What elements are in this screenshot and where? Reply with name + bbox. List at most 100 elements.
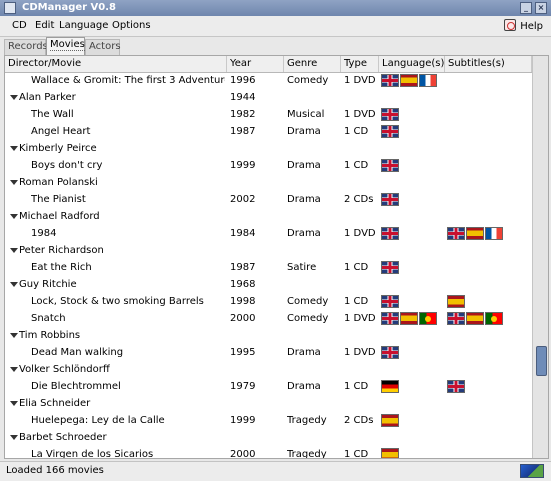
type-cell: 1 CD bbox=[344, 449, 369, 459]
genre-cell: Tragedy bbox=[287, 449, 327, 459]
col-type[interactable]: Type bbox=[341, 56, 379, 72]
expand-triangle-icon[interactable] bbox=[10, 333, 18, 338]
director-row[interactable]: Peter Richardson bbox=[5, 242, 532, 259]
expand-triangle-icon[interactable] bbox=[10, 248, 18, 253]
director-row[interactable]: Michael Radford bbox=[5, 208, 532, 225]
movie-row[interactable]: The Pianist 2002 Drama 2 CDs bbox=[5, 191, 532, 208]
vertical-scrollbar[interactable] bbox=[532, 56, 548, 458]
uk-flag-icon bbox=[447, 312, 465, 325]
language-flags bbox=[381, 193, 400, 206]
type-cell: 1 CD bbox=[344, 262, 369, 273]
col-subtitles[interactable]: Subtitles(s) bbox=[445, 56, 532, 72]
director-row[interactable]: Roman Polanski bbox=[5, 174, 532, 191]
status-bar: Loaded 166 movies bbox=[0, 461, 551, 481]
spain-flag-icon bbox=[400, 312, 418, 325]
genre-cell: Musical bbox=[287, 109, 325, 120]
window-title: CDManager V0.8 bbox=[22, 2, 117, 13]
app-icon[interactable] bbox=[4, 2, 16, 14]
col-genre[interactable]: Genre bbox=[284, 56, 341, 72]
movie-row[interactable]: Die Blechtrommel 1979 Drama 1 CD bbox=[5, 378, 532, 395]
tab-records[interactable]: Records bbox=[4, 39, 48, 55]
year-cell: 1996 bbox=[230, 75, 256, 86]
language-flags bbox=[381, 125, 400, 138]
director-row[interactable]: Elia Schneider bbox=[5, 395, 532, 412]
spain-flag-icon bbox=[466, 227, 484, 240]
menu-options[interactable]: Options bbox=[112, 20, 151, 31]
help-label: Help bbox=[520, 21, 543, 32]
genre-cell: Drama bbox=[287, 228, 321, 239]
expand-triangle-icon[interactable] bbox=[10, 367, 18, 372]
movie-row[interactable]: The Wall 1982 Musical 1 DVD bbox=[5, 106, 532, 123]
col-languages[interactable]: Language(s) bbox=[379, 56, 445, 72]
table-header: Director/Movie Year Genre Type Language(… bbox=[5, 56, 532, 73]
help-button[interactable]: Help bbox=[504, 19, 543, 32]
movie-row[interactable]: Snatch 2000 Comedy 1 DVD bbox=[5, 310, 532, 327]
type-cell: 1 CD bbox=[344, 126, 369, 137]
minimize-icon[interactable]: _ bbox=[520, 2, 532, 14]
expand-triangle-icon[interactable] bbox=[10, 95, 18, 100]
expand-triangle-icon[interactable] bbox=[10, 146, 18, 151]
year-cell: 1979 bbox=[230, 381, 256, 392]
director-name: Alan Parker bbox=[19, 92, 76, 103]
movie-row[interactable]: Lock, Stock & two smoking Barrels 1998 Com… bbox=[5, 293, 532, 310]
movie-row[interactable]: Dead Man walking 1995 Drama 1 DVD bbox=[5, 344, 532, 361]
movie-title: The Pianist bbox=[31, 194, 86, 205]
col-director-movie[interactable]: Director/Movie bbox=[5, 56, 227, 72]
year-cell: 1987 bbox=[230, 126, 256, 137]
uk-flag-icon bbox=[447, 380, 465, 393]
expand-triangle-icon[interactable] bbox=[10, 435, 18, 440]
expand-triangle-icon[interactable] bbox=[10, 214, 18, 219]
type-cell: 2 CDs bbox=[344, 194, 374, 205]
subtitle-flags bbox=[447, 295, 466, 308]
genre-cell: Drama bbox=[287, 194, 321, 205]
director-name: Roman Polanski bbox=[19, 177, 98, 188]
director-row[interactable]: Volker Schlöndorff bbox=[5, 361, 532, 378]
type-cell: 1 CD bbox=[344, 296, 369, 307]
status-text: Loaded 166 movies bbox=[6, 465, 104, 476]
movie-title: 1984 bbox=[31, 228, 57, 239]
language-flags bbox=[381, 448, 400, 458]
menu-cd[interactable]: CD bbox=[12, 20, 27, 31]
menu-language[interactable]: Language bbox=[59, 20, 108, 31]
director-row[interactable]: Barbet Schroeder bbox=[5, 429, 532, 446]
genre-cell: Drama bbox=[287, 126, 321, 137]
director-row[interactable]: Alan Parker 1944 bbox=[5, 89, 532, 106]
movie-row[interactable]: Angel Heart 1987 Drama 1 CD bbox=[5, 123, 532, 140]
germany-flag-icon bbox=[381, 380, 399, 393]
director-row[interactable]: Guy Ritchie 1968 bbox=[5, 276, 532, 293]
movie-row[interactable]: Huelepega: Ley de la Calle 1999 Tragedy 2 C… bbox=[5, 412, 532, 429]
expand-triangle-icon[interactable] bbox=[10, 401, 18, 406]
type-cell: 2 CDs bbox=[344, 415, 374, 426]
movie-title: Wallace & Gromit: The first 3 Adventures bbox=[31, 75, 225, 86]
spain-flag-icon bbox=[447, 295, 465, 308]
type-cell: 1 CD bbox=[344, 381, 369, 392]
help-icon bbox=[504, 19, 517, 31]
director-name: Michael Radford bbox=[19, 211, 100, 222]
uk-flag-icon bbox=[381, 125, 399, 138]
language-flags bbox=[381, 74, 438, 87]
language-flags bbox=[381, 312, 438, 325]
language-flags bbox=[381, 159, 400, 172]
tab-movies-label: Movies bbox=[50, 39, 85, 51]
movie-row[interactable]: La Virgen de los Sicarios 2000 Tragedy 1 CD bbox=[5, 446, 532, 459]
tab-actors[interactable]: Actors bbox=[85, 39, 121, 55]
year-cell: 1987 bbox=[230, 262, 256, 273]
uk-flag-icon bbox=[381, 193, 399, 206]
tab-movies[interactable]: Movies bbox=[46, 37, 85, 56]
year-cell bbox=[230, 327, 282, 344]
movie-row[interactable]: Eat the Rich 1987 Satire 1 CD bbox=[5, 259, 532, 276]
year-cell bbox=[230, 242, 282, 259]
movie-row[interactable]: Boys don't cry 1999 Drama 1 CD bbox=[5, 157, 532, 174]
movie-row[interactable]: 1984 1984 Drama 1 DVD bbox=[5, 225, 532, 242]
movie-title: Lock, Stock & two smoking Barrels bbox=[31, 296, 204, 307]
expand-triangle-icon[interactable] bbox=[10, 180, 18, 185]
director-row[interactable]: Kimberly Peirce bbox=[5, 140, 532, 157]
scrollbar-thumb[interactable] bbox=[536, 346, 547, 376]
movie-row[interactable]: Wallace & Gromit: The first 3 Adventures… bbox=[5, 72, 532, 89]
close-icon[interactable]: × bbox=[535, 2, 547, 14]
expand-triangle-icon[interactable] bbox=[10, 282, 18, 287]
tab-actors-label: Actors bbox=[89, 41, 121, 52]
col-year[interactable]: Year bbox=[227, 56, 284, 72]
menu-edit[interactable]: Edit bbox=[35, 20, 54, 31]
director-row[interactable]: Tim Robbins bbox=[5, 327, 532, 344]
